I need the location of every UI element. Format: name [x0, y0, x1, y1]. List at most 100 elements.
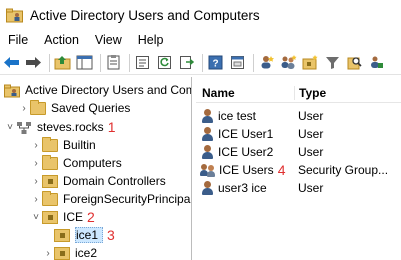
list-item-type: Security Group...	[298, 163, 389, 177]
content-panes: Active Directory Users and Com › Saved Q…	[0, 77, 401, 260]
list-item[interactable]: ICE Users 4 Security Group...	[196, 161, 401, 179]
toolbar: ?	[0, 51, 401, 75]
tree-item-label: ForeignSecurityPrincipals	[63, 192, 192, 206]
new-user-icon[interactable]	[257, 53, 276, 72]
toolbar-divider	[253, 53, 254, 72]
column-header-type[interactable]: Type	[294, 85, 401, 100]
tree-item-root[interactable]: Active Directory Users and Com	[4, 81, 192, 99]
export-list-icon[interactable]	[133, 53, 152, 72]
chevron-down-icon[interactable]: ˅	[30, 212, 42, 223]
find-icon[interactable]	[345, 53, 364, 72]
tree-item-label: steves.rocks	[37, 120, 104, 134]
adusers-window: Active Directory Users and Computers Fil…	[0, 0, 401, 260]
menu-file[interactable]: File	[8, 33, 28, 47]
annotation-marker: 1	[107, 119, 116, 135]
refresh-icon[interactable]	[155, 53, 174, 72]
list-item-type: User	[298, 109, 324, 123]
list-item-name: ICE User1	[218, 127, 274, 141]
annotation-marker: 4	[277, 162, 286, 178]
chevron-right-icon[interactable]: ›	[42, 248, 54, 259]
chevron-right-icon[interactable]: ›	[18, 103, 30, 114]
list-item-name: ice test	[218, 109, 257, 123]
tree-item-ice[interactable]: ˅ ICE 2	[30, 208, 95, 226]
title-bar: Active Directory Users and Computers	[0, 0, 401, 30]
up-folder-icon[interactable]	[53, 53, 72, 72]
directory-app-icon	[6, 8, 23, 23]
list-item-type: User	[298, 145, 324, 159]
ou-icon	[54, 246, 70, 260]
tree-item-ice2[interactable]: › ice2	[42, 244, 97, 260]
ou-icon	[42, 174, 58, 188]
tree-item-label: ICE	[63, 210, 84, 224]
list-item-type: User	[298, 127, 324, 141]
user-icon	[200, 126, 215, 142]
column-header-name[interactable]: Name	[196, 86, 294, 100]
tree-item-domain-controllers[interactable]: › Domain Controllers	[30, 172, 166, 190]
chevron-right-icon[interactable]: ›	[30, 176, 42, 187]
forward-arrow-icon[interactable]	[24, 53, 43, 72]
list-item[interactable]: ICE User1 User	[196, 125, 401, 143]
tree-item-computers[interactable]: › Computers	[30, 154, 122, 172]
filter-icon[interactable]	[323, 53, 342, 72]
toolbar-divider	[202, 53, 203, 72]
user-icon	[200, 144, 215, 160]
menu-bar: File Action View Help	[0, 30, 401, 50]
user-icon	[200, 108, 215, 124]
tree-item-foreign-security-principals[interactable]: › ForeignSecurityPrincipals	[30, 190, 192, 208]
console-icon[interactable]	[228, 53, 247, 72]
export-icon[interactable]	[177, 53, 196, 72]
annotation-marker: 3	[107, 227, 115, 243]
chevron-right-icon[interactable]: ›	[30, 158, 42, 169]
tree-item-saved-queries[interactable]: › Saved Queries	[18, 99, 130, 117]
ou-icon	[54, 228, 70, 242]
list-item[interactable]: ice test User	[196, 107, 401, 125]
folder-icon	[42, 190, 58, 206]
toolbar-divider	[129, 53, 130, 72]
tree-item-label: Domain Controllers	[63, 174, 166, 188]
tree-item-label: Builtin	[63, 138, 96, 152]
show-console-tree-icon[interactable]	[75, 53, 94, 72]
list-item-type: User	[298, 181, 324, 195]
svg-text:?: ?	[212, 59, 218, 70]
list-item-name: user3 ice	[218, 181, 267, 195]
list-item[interactable]: ICE User2 User	[196, 143, 401, 161]
folder-icon	[42, 154, 58, 170]
add-to-group-icon[interactable]	[367, 53, 386, 72]
help-icon[interactable]: ?	[206, 53, 225, 72]
console-tree: Active Directory Users and Com › Saved Q…	[0, 77, 192, 260]
tree-item-builtin[interactable]: › Builtin	[30, 136, 96, 154]
tree-item-ice1[interactable]: ice1 3	[54, 226, 115, 244]
folder-icon	[42, 136, 58, 152]
menu-help[interactable]: Help	[138, 33, 164, 47]
menu-action[interactable]: Action	[44, 33, 79, 47]
properties-icon[interactable]	[104, 53, 123, 72]
group-icon	[200, 163, 217, 178]
toolbar-divider	[100, 53, 101, 72]
list-item-name: ICE Users	[219, 163, 274, 177]
domain-icon	[16, 121, 32, 134]
tree-item-label: Active Directory Users and Com	[25, 83, 192, 97]
tree-item-label: ice2	[75, 246, 98, 260]
toolbar-divider	[49, 53, 50, 72]
ou-icon	[42, 210, 58, 224]
chevron-down-icon[interactable]: ˅	[4, 122, 16, 133]
list-item-name: ICE User2	[218, 145, 274, 159]
tree-item-label: Saved Queries	[51, 101, 131, 115]
directory-root-icon	[4, 84, 20, 97]
annotation-marker: 2	[87, 209, 95, 225]
chevron-right-icon[interactable]: ›	[30, 194, 42, 205]
chevron-right-icon[interactable]: ›	[30, 140, 42, 151]
window-title: Active Directory Users and Computers	[30, 7, 260, 23]
tree-item-domain[interactable]: ˅ steves.rocks 1	[4, 118, 115, 136]
menu-view[interactable]: View	[95, 33, 122, 47]
tree-item-label: Computers	[63, 156, 122, 170]
tree-item-label-selected: ice1	[75, 227, 104, 243]
new-group-icon[interactable]	[279, 53, 298, 72]
folder-icon	[30, 99, 46, 115]
back-arrow-icon[interactable]	[2, 53, 21, 72]
list-header: Name Type	[196, 83, 401, 103]
new-ou-icon[interactable]	[301, 53, 320, 72]
list-item[interactable]: user3 ice User	[196, 179, 401, 197]
user-icon	[200, 180, 215, 196]
details-pane: Name Type ice test User ICE User1 User I…	[196, 77, 401, 260]
